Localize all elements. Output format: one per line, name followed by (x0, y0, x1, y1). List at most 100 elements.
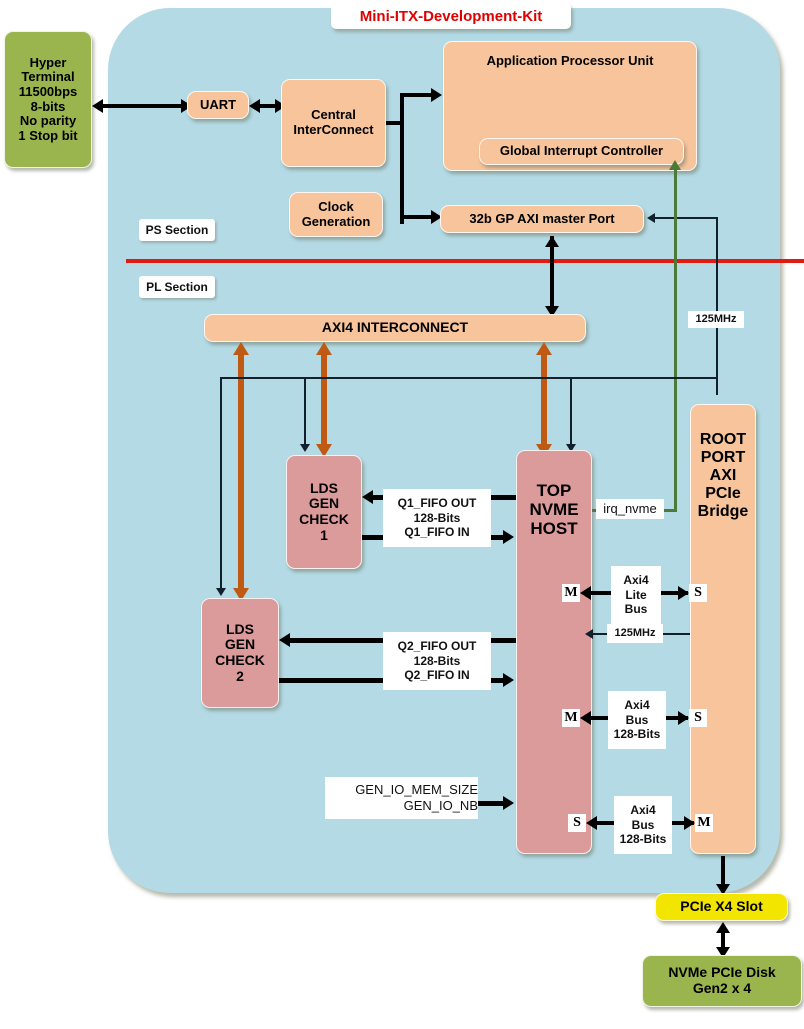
pcie-x4-slot-block[interactable]: PCIe X4 Slot (655, 893, 788, 921)
irq-nvme-vertical-line (674, 168, 677, 511)
ps-pl-divider-line (126, 259, 804, 263)
axi4-bus-mid-arrow-right (678, 711, 689, 725)
lds2-line-2: GEN (224, 636, 256, 653)
axi4-interconnect-block[interactable]: AXI4 INTERCONNECT (204, 314, 586, 342)
axi4-bus-mid-arrow-left (580, 711, 591, 725)
top-nvme-host-block[interactable]: TOP NVME HOST (516, 450, 592, 854)
axi-bus-nvme-line (541, 352, 547, 447)
gpaxi-right-feed-horizontal (655, 217, 718, 219)
root-port-line-3: AXI (709, 466, 737, 484)
axi-bus-lds2-arrow-up (233, 342, 249, 355)
central-bus-vertical (400, 93, 404, 224)
clock-125mhz-top-label: 125MHz (688, 311, 744, 328)
slot-to-disk-arrow-up (716, 922, 730, 933)
pl-section-label: PL Section (139, 276, 215, 298)
axi4-bus-low-line-3: 128-Bits (619, 832, 667, 847)
axi4-bus-low-line-1: Axi4 (630, 803, 656, 818)
gen-io-mem-size-text: GEN_IO_MEM_SIZE (355, 782, 478, 798)
q1-fifo-label: Q1_FIFO OUT 128-Bits Q1_FIFO IN (383, 489, 491, 547)
q1-fifo-in-arrow (503, 530, 514, 544)
axi4-bus-low-label: Axi4 Bus 128-Bits (614, 796, 672, 854)
gp-axi-master-port-block[interactable]: 32b GP AXI master Port (440, 205, 644, 233)
gpaxi-right-feed-vertical (716, 217, 718, 395)
terminal-uart-line (100, 104, 184, 108)
hyper-terminal-line-1: Hyper (29, 54, 67, 70)
nvme-master-port-bus: M (562, 709, 580, 727)
clock-tree-arrow-lds2 (216, 588, 226, 596)
nvme-master-port-lite: M (562, 584, 580, 602)
hyper-terminal-line-5: No parity (19, 113, 77, 129)
nvme-host-line-3: HOST (530, 519, 578, 539)
nvme-slave-port-bus: S (568, 814, 586, 832)
hyper-terminal-line-3: 11500bps (18, 83, 78, 99)
axi4-bus-low-arrow-left (586, 816, 597, 830)
clock-generation-line-2: Generation (301, 213, 371, 229)
lds-gen-check-1-block[interactable]: LDS GEN CHECK 1 (286, 455, 362, 569)
page-title: Mini-ITX-Development-Kit (331, 3, 571, 29)
gen-io-nb-text: GEN_IO_NB (403, 798, 478, 813)
q2-fifo-label: Q2_FIFO OUT 128-Bits Q2_FIFO IN (383, 632, 491, 690)
irq-nvme-label: irq_nvme (596, 499, 664, 519)
lds2-line-1: LDS (226, 620, 254, 637)
clock-generation-line-1: Clock (318, 198, 354, 214)
nvme-host-line-1: TOP (536, 481, 572, 500)
uart-block[interactable]: UART (187, 91, 249, 119)
ps-section-label: PS Section (139, 219, 215, 241)
root-port-line-5: Bridge (697, 502, 749, 520)
clock-tree-arrow-lds1 (300, 444, 310, 452)
irq-nvme-arrow-up (669, 160, 681, 170)
root-port-line-4: PCIe (705, 484, 741, 502)
gpaxi-right-feed-arrow (647, 213, 655, 223)
clock-125mhz-mid-arrow (585, 629, 593, 639)
uart-central-arrow-left (249, 99, 260, 113)
q2-fifo-bits-text: 128-Bits (413, 653, 461, 668)
axi4-bus-mid-label: Axi4 Bus 128-Bits (608, 691, 666, 749)
central-to-gpaxi-line (400, 215, 434, 219)
clock-125mhz-mid-label: 125MHz (607, 624, 663, 643)
q2-fifo-out-arrow (279, 633, 290, 647)
central-to-apu-line (400, 93, 434, 97)
nvme-disk-line-2: Gen2 x 4 (692, 980, 752, 996)
clock-tree-branch-lds1 (304, 377, 306, 445)
clock-tree-branch-lds2 (220, 377, 222, 589)
root-port-line-1: ROOT (699, 431, 747, 448)
q2-fifo-in-text: Q2_FIFO IN (404, 668, 470, 683)
bridge-master-port-bus: M (695, 814, 713, 832)
global-interrupt-controller-block[interactable]: Global Interrupt Controller (479, 138, 684, 165)
hyper-terminal-block[interactable]: Hyper Terminal 11500bps 8-bits No parity… (4, 31, 92, 168)
q1-fifo-in-text: Q1_FIFO IN (404, 525, 470, 540)
lds-gen-check-2-block[interactable]: LDS GEN CHECK 2 (201, 598, 279, 708)
axi-bus-lds1-arrow-up (316, 342, 332, 355)
q1-fifo-out-arrow (362, 490, 373, 504)
central-to-apu-arrow (431, 88, 442, 102)
axi4-lite-line-1: Axi4 (623, 573, 649, 588)
lds2-line-4: 2 (236, 667, 244, 684)
lds1-line-3: CHECK (299, 511, 349, 527)
lds1-line-2: GEN (308, 495, 340, 512)
axi4-lite-arrow-right (678, 586, 689, 600)
hyper-terminal-line-2: Terminal (21, 69, 75, 85)
terminal-uart-arrow-left (92, 99, 103, 113)
q2-fifo-out-text: Q2_FIFO OUT (397, 639, 477, 654)
bridge-slave-port-lite: S (689, 584, 707, 602)
gen-io-arrow (503, 796, 514, 810)
nvme-host-line-2: NVME (529, 500, 579, 520)
gpaxi-to-axi4-line (550, 236, 554, 310)
axi4-bus-mid-line-2: Bus (625, 712, 649, 727)
axi4-bus-low-arrow-right (684, 816, 695, 830)
central-interconnect-line-2: InterConnect (293, 122, 374, 137)
nvme-pcie-disk-block[interactable]: NVMe PCIe Disk Gen2 x 4 (642, 955, 802, 1007)
gen-io-label: GEN_IO_MEM_SIZE GEN_IO_NB (325, 777, 478, 819)
root-port-pcie-bridge-block[interactable]: ROOT PORT AXI PCIe Bridge (690, 404, 756, 854)
q1-fifo-out-text: Q1_FIFO OUT (397, 496, 477, 511)
central-interconnect-block[interactable]: Central InterConnect (281, 79, 386, 167)
root-port-line-2: PORT (700, 448, 746, 466)
axi-bus-lds2-line (238, 352, 244, 591)
nvme-disk-line-1: NVMe PCIe Disk (668, 964, 776, 981)
lds2-line-3: CHECK (215, 652, 265, 668)
axi4-lite-bus-label: Axi4 Lite Bus (611, 566, 661, 624)
clock-tree-horizontal-bus (220, 377, 716, 379)
clock-generation-block[interactable]: Clock Generation (289, 192, 383, 237)
bridge-slave-port-bus: S (689, 709, 707, 727)
lds1-line-4: 1 (320, 526, 328, 543)
